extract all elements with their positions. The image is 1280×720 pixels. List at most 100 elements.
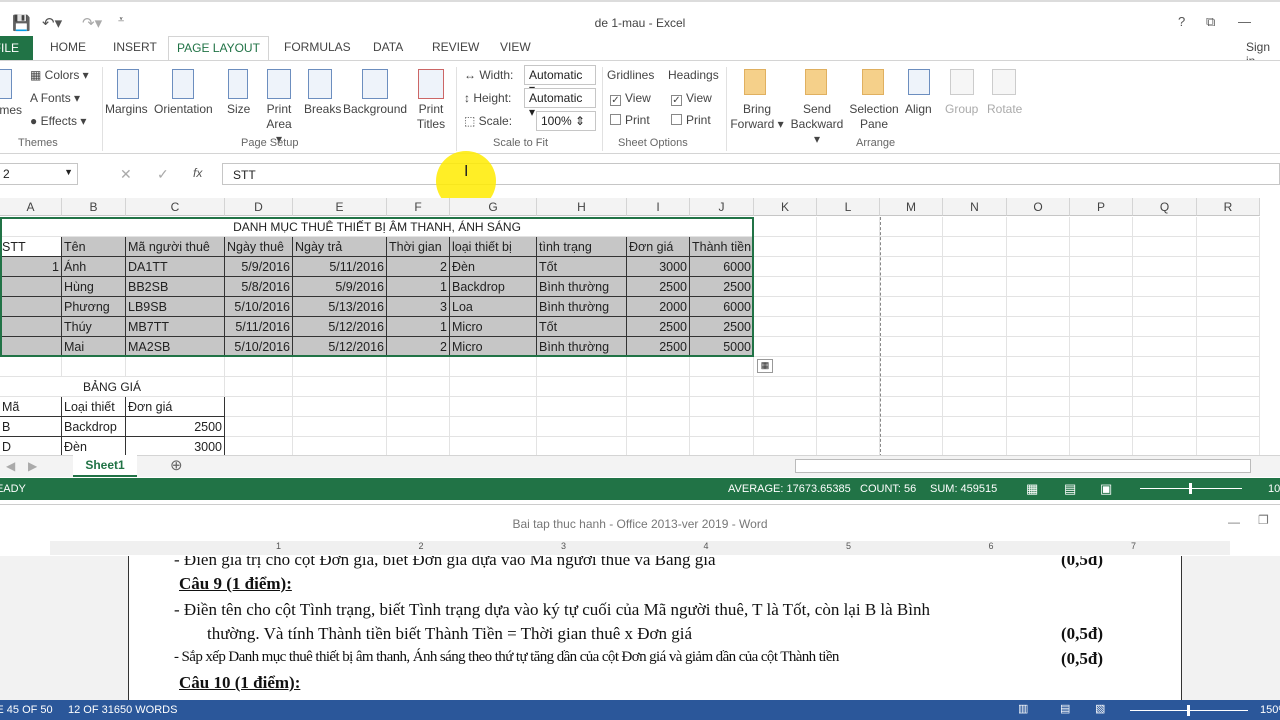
empty-cell[interactable] [817,277,880,297]
column-header-b[interactable]: B [62,198,126,216]
header-cell[interactable]: STT [0,237,62,257]
help-button[interactable]: ? [1178,14,1185,29]
empty-cell[interactable] [387,357,450,377]
empty-cell[interactable] [943,257,1007,277]
empty-cell[interactable] [817,417,880,437]
prev-sheet-icon[interactable]: ◀ [6,459,15,473]
empty-cell[interactable] [754,257,817,277]
print-titles-button[interactable]: Print Titles [414,102,448,132]
table-cell[interactable]: LB9SB [126,297,225,317]
tab-data[interactable]: DATA [373,40,403,54]
price-cell[interactable]: Backdrop [62,417,126,437]
empty-cell[interactable] [1070,377,1133,397]
empty-cell[interactable] [1133,417,1197,437]
table-cell[interactable]: 5/12/2016 [293,317,387,337]
empty-cell[interactable] [1133,357,1197,377]
empty-cell[interactable] [1070,317,1133,337]
table-cell[interactable]: Tốt [537,257,627,277]
column-header-m[interactable]: M [880,198,943,216]
table-cell[interactable]: Micro [450,337,537,357]
table-cell[interactable]: 5/11/2016 [225,317,293,337]
header-cell[interactable]: tình trạng [537,237,627,257]
column-header-i[interactable]: I [627,198,690,216]
document-line[interactable]: thường. Và tính Thành tiền biết Thành Ti… [207,624,692,644]
empty-cell[interactable] [754,417,817,437]
column-header-l[interactable]: L [817,198,880,216]
empty-cell[interactable] [1007,357,1070,377]
table-cell[interactable]: Bình thường [537,297,627,317]
empty-cell[interactable] [1007,297,1070,317]
empty-cell[interactable] [943,297,1007,317]
table-cell[interactable]: 5/9/2016 [225,257,293,277]
formula-input[interactable]: STT [222,163,1280,185]
headings-view-checkbox[interactable]: ✓ View [671,91,712,106]
gridlines-view-checkbox[interactable]: ✓ View [610,91,651,106]
empty-cell[interactable] [754,397,817,417]
empty-cell[interactable] [1007,417,1070,437]
quick-analysis-icon[interactable]: ▦ [757,359,773,373]
empty-cell[interactable] [943,397,1007,417]
empty-cell[interactable] [0,357,62,377]
worksheet-grid[interactable]: A B C D E F G H I J K L M N O P Q R DANH MỤC THUÊ THIẾT BỊ… [0,198,1280,455]
empty-cell[interactable] [1007,277,1070,297]
empty-cell[interactable] [450,357,537,377]
column-header-k[interactable]: K [754,198,817,216]
colors-button[interactable]: ▦ Colors ▾ [30,68,89,83]
insert-function-button[interactable]: fx [193,166,202,180]
column-header-f[interactable]: F [387,198,450,216]
empty-cell[interactable] [943,277,1007,297]
empty-cell[interactable] [754,237,817,257]
table-cell[interactable]: Phương [62,297,126,317]
column-header-e[interactable]: E [293,198,387,216]
scale-spinner[interactable]: 100% ⇕ [536,111,596,131]
empty-cell[interactable] [1070,257,1133,277]
empty-cell[interactable] [754,337,817,357]
tab-page-layout[interactable]: PAGE LAYOUT [168,36,269,61]
empty-cell[interactable] [225,417,293,437]
horizontal-scrollbar[interactable] [795,459,1251,473]
table-cell[interactable]: 1 [387,277,450,297]
tab-insert[interactable]: INSERT [113,40,157,54]
empty-cell[interactable] [450,437,537,455]
document-line[interactable]: - Điền giá trị cho cột Đơn giá, biết Đơn… [174,556,716,570]
background-button[interactable]: Background [343,102,407,117]
empty-cell[interactable] [817,317,880,337]
table-cell[interactable]: Thúy [62,317,126,337]
document-area[interactable]: - Điền giá trị cho cột Đơn giá, biết Đơn… [0,556,1280,700]
empty-cell[interactable] [1070,277,1133,297]
empty-cell[interactable] [880,217,943,237]
empty-cell[interactable] [1197,317,1260,337]
empty-cell[interactable] [1007,437,1070,455]
column-header-q[interactable]: Q [1133,198,1197,216]
empty-cell[interactable] [943,357,1007,377]
table-cell[interactable] [0,297,62,317]
column-header-c[interactable]: C [126,198,225,216]
table-cell[interactable]: 2500 [690,277,754,297]
empty-cell[interactable] [880,397,943,417]
document-page[interactable]: - Điền giá trị cho cột Đơn giá, biết Đơn… [128,556,1182,700]
empty-cell[interactable] [880,297,943,317]
empty-cell[interactable] [817,437,880,455]
price-cell[interactable]: 3000 [126,437,225,455]
minimize-button[interactable]: — [1238,14,1251,29]
empty-cell[interactable] [450,417,537,437]
tab-view[interactable]: VIEW [500,40,531,54]
column-header-r[interactable]: R [1197,198,1260,216]
empty-cell[interactable] [1070,437,1133,455]
empty-cell[interactable] [817,377,880,397]
empty-cell[interactable] [627,357,690,377]
gridlines-print-checkbox[interactable]: Print [610,113,650,128]
sheet-tab-sheet1[interactable]: Sheet1 [73,455,137,477]
table-cell[interactable] [0,337,62,357]
empty-cell[interactable] [1007,317,1070,337]
empty-cell[interactable] [1007,397,1070,417]
empty-cell[interactable] [1070,417,1133,437]
price-header-cell[interactable]: Loại thiết [62,397,126,417]
price-header-cell[interactable]: Mã [0,397,62,417]
empty-cell[interactable] [387,377,450,397]
empty-cell[interactable] [1133,237,1197,257]
zoom-slider-thumb[interactable] [1189,483,1192,494]
empty-cell[interactable] [880,277,943,297]
empty-cell[interactable] [880,337,943,357]
column-header-j[interactable]: J [690,198,754,216]
